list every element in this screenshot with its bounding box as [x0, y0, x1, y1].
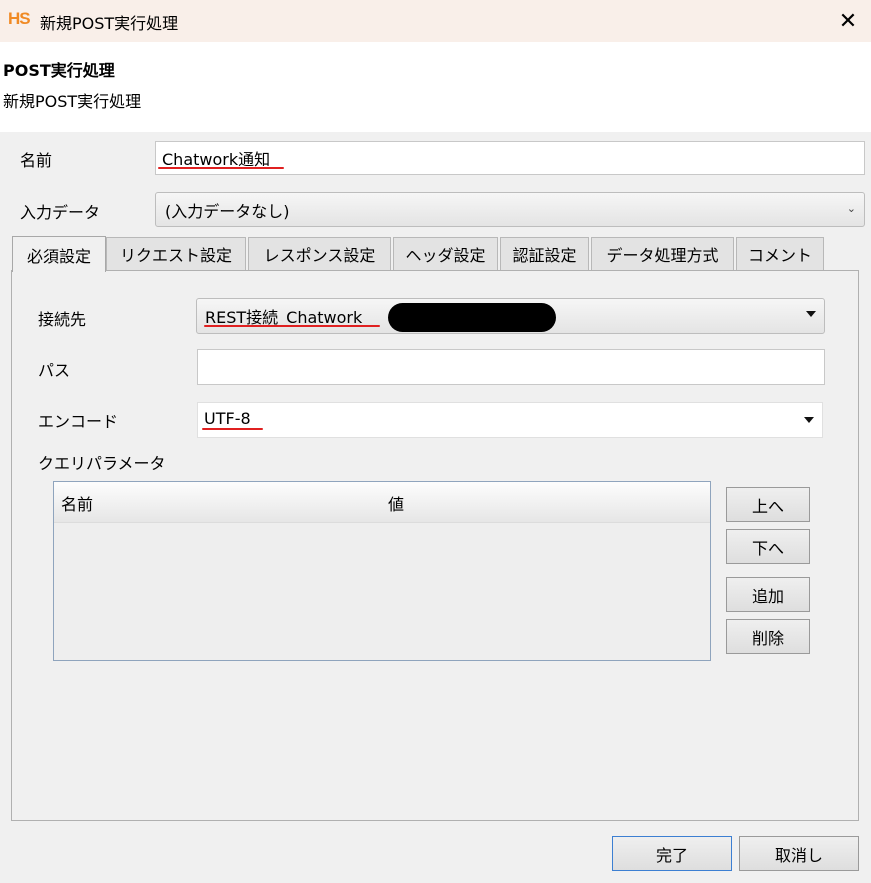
chevron-down-icon: ⌄: [846, 202, 856, 215]
table-header: 名前 値: [54, 482, 710, 523]
input-data-value: (入力データなし): [165, 202, 290, 221]
query-params-table[interactable]: 名前 値: [53, 481, 711, 661]
encoding-value: UTF-8: [204, 409, 251, 428]
input-data-select[interactable]: (入力データなし) ⌄: [155, 192, 865, 227]
dialog-subheading: 新規POST実行処理: [3, 92, 142, 111]
dropdown-arrow-icon: [804, 417, 814, 423]
name-input[interactable]: Chatwork通知: [155, 141, 865, 175]
path-label: パス: [38, 361, 71, 380]
connection-underline: [204, 325, 380, 327]
close-button[interactable]: ✕: [825, 0, 871, 42]
title-bar: HS 新規POST実行処理 ✕: [0, 0, 871, 42]
name-underline: [158, 167, 284, 169]
tab-comment[interactable]: コメント: [736, 237, 824, 270]
tab-data-processing[interactable]: データ処理方式: [591, 237, 734, 270]
app-logo: HS: [8, 9, 31, 28]
close-icon: ✕: [838, 8, 858, 34]
dropdown-arrow-icon: [806, 311, 816, 317]
tab-header[interactable]: ヘッダ設定: [393, 237, 498, 270]
query-params-label: クエリパラメータ: [38, 454, 166, 473]
encoding-select[interactable]: UTF-8: [197, 402, 823, 438]
dialog-heading: POST実行処理: [3, 61, 115, 80]
path-input[interactable]: [197, 349, 825, 385]
column-header-name: 名前: [61, 495, 94, 514]
redaction-mark: [388, 303, 556, 332]
move-up-button[interactable]: 上へ: [726, 487, 810, 522]
move-down-button[interactable]: 下へ: [726, 529, 810, 564]
encoding-label: エンコード: [38, 412, 119, 431]
name-label: 名前: [20, 151, 53, 170]
connection-label: 接続先: [38, 310, 87, 329]
finish-button[interactable]: 完了: [612, 836, 732, 871]
tab-request[interactable]: リクエスト設定: [106, 237, 246, 270]
dialog-header: POST実行処理 新規POST実行処理: [0, 42, 871, 132]
input-data-label: 入力データ: [20, 203, 101, 222]
column-header-value: 値: [388, 495, 405, 514]
tab-required[interactable]: 必須設定: [12, 236, 106, 272]
tab-auth[interactable]: 認証設定: [500, 237, 589, 270]
window-title: 新規POST実行処理: [40, 14, 179, 33]
add-button[interactable]: 追加: [726, 577, 810, 612]
tab-response[interactable]: レスポンス設定: [248, 237, 391, 270]
encoding-underline: [202, 428, 263, 430]
delete-button[interactable]: 削除: [726, 619, 810, 654]
cancel-button[interactable]: 取消し: [739, 836, 859, 871]
